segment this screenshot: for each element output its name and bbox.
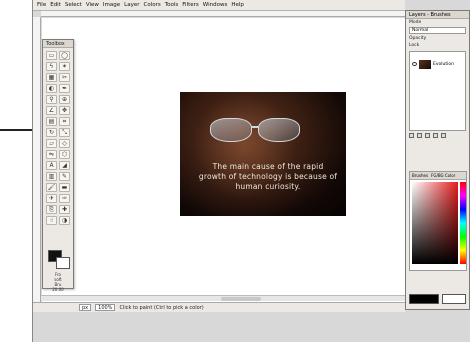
paths-tool-icon[interactable]: ✒ — [59, 84, 70, 93]
mode-label: Mode — [409, 20, 422, 25]
perspective-tool-icon[interactable]: ◇ — [59, 139, 70, 148]
select-by-color-tool-icon[interactable]: ▦ — [46, 73, 57, 82]
layers-dock-title: Layers - Brushes — [406, 11, 469, 19]
fg-bg-color-swatch[interactable] — [48, 250, 70, 270]
heal-tool-icon[interactable]: ✚ — [59, 205, 70, 214]
vertical-ruler — [33, 17, 41, 302]
color-dialog: Brushes FG/BG Color — [409, 171, 467, 271]
raise-layer-icon[interactable] — [417, 133, 422, 138]
free-select-tool-icon[interactable]: ϟ — [46, 62, 57, 71]
ink-tool-icon[interactable]: ✑ — [59, 194, 70, 203]
paintbrush-tool-icon[interactable]: 🖌 — [46, 183, 57, 192]
fg-color-swatch[interactable] — [409, 294, 439, 304]
move-tool-icon[interactable]: ✥ — [59, 106, 70, 115]
duplicate-layer-icon[interactable] — [433, 133, 438, 138]
text-tool-icon[interactable]: A — [46, 161, 57, 170]
dodge-burn-tool-icon[interactable]: ◑ — [59, 216, 70, 225]
menu-layer[interactable]: Layer — [124, 2, 139, 8]
toolbox-window: Toolbox ▭ ◯ ϟ ✶ ▦ ✂ ◐ ✒ ⚲ ⊕ ∠ ✥ ▤ ⌗ ↻ ⤡ … — [42, 39, 74, 292]
menu-bar: File Edit Select View Image Layer Colors… — [33, 0, 405, 11]
menu-image[interactable]: Image — [103, 2, 120, 8]
delete-layer-icon[interactable] — [441, 133, 446, 138]
menu-windows[interactable]: Windows — [203, 2, 228, 8]
layer-actions — [409, 133, 466, 139]
cage-tool-icon[interactable]: ⬡ — [59, 150, 70, 159]
menu-edit[interactable]: Edit — [50, 2, 61, 8]
scroll-thumb[interactable] — [221, 297, 261, 301]
tab-fg-bg-color[interactable]: FG/BG Color — [431, 172, 455, 179]
tool-grid: ▭ ◯ ϟ ✶ ▦ ✂ ◐ ✒ ⚲ ⊕ ∠ ✥ ▤ ⌗ ↻ ⤡ ▱ ◇ ⇋ ⬡ … — [43, 48, 73, 228]
toolbox-title: Toolbox — [43, 40, 73, 48]
fuzzy-select-tool-icon[interactable]: ✶ — [59, 62, 70, 71]
layer-name: Evolution — [433, 61, 454, 67]
blend-tool-icon[interactable]: ▥ — [46, 172, 57, 181]
layers-list: Evolution — [409, 51, 466, 131]
layer-row[interactable]: Evolution — [410, 58, 465, 70]
image-layer-photo[interactable]: The main cause of the rapid growth of te… — [180, 92, 346, 216]
crop-tool-icon[interactable]: ⌗ — [59, 117, 70, 126]
menu-file[interactable]: File — [37, 2, 46, 8]
color-gradient-square[interactable] — [412, 182, 458, 264]
flip-tool-icon[interactable]: ⇋ — [46, 150, 57, 159]
color-picker-tool-icon[interactable]: ⚲ — [46, 95, 57, 104]
ellipse-select-tool-icon[interactable]: ◯ — [59, 51, 70, 60]
menu-view[interactable]: View — [86, 2, 99, 8]
opacity-label: Opacity — [409, 36, 427, 41]
pencil-tool-icon[interactable]: ✎ — [59, 172, 70, 181]
menu-select[interactable]: Select — [65, 2, 82, 8]
color-dialog-tabs: Brushes FG/BG Color — [410, 172, 466, 180]
new-layer-icon[interactable] — [409, 133, 414, 138]
zoom-tool-icon[interactable]: ⊕ — [59, 95, 70, 104]
menu-tools[interactable]: Tools — [165, 2, 179, 8]
scissors-tool-icon[interactable]: ✂ — [59, 73, 70, 82]
clone-tool-icon[interactable]: ⎘ — [46, 205, 57, 214]
bg-color-swatch[interactable] — [442, 294, 466, 304]
color-swatches — [409, 294, 467, 304]
visibility-eye-icon[interactable] — [412, 62, 417, 66]
horizontal-ruler — [41, 11, 405, 17]
foreground-select-tool-icon[interactable]: ◐ — [46, 84, 57, 93]
tool-options-summary: Fro soft Bru 20.00 — [52, 272, 64, 292]
align-tool-icon[interactable]: ▤ — [46, 117, 57, 126]
status-bar: px 100% Click to paint (Ctrl to pick a c… — [33, 302, 405, 312]
unit-select[interactable]: px — [79, 304, 92, 311]
horizontal-scrollbar[interactable] — [41, 295, 405, 301]
status-message: Click to paint (Ctrl to pick a color) — [119, 304, 204, 311]
zoom-select[interactable]: 100% — [95, 304, 116, 311]
background-color[interactable] — [56, 257, 70, 269]
hue-slider[interactable] — [460, 182, 466, 264]
menu-filters[interactable]: Filters — [182, 2, 199, 8]
glasses-right-lens — [258, 118, 300, 142]
airbrush-tool-icon[interactable]: ✈ — [46, 194, 57, 203]
rotate-tool-icon[interactable]: ↻ — [46, 128, 57, 137]
image-caption: The main cause of the rapid growth of te… — [198, 162, 338, 191]
smudge-tool-icon[interactable]: ☝ — [46, 216, 57, 225]
rect-select-tool-icon[interactable]: ▭ — [46, 51, 57, 60]
measure-tool-icon[interactable]: ∠ — [46, 106, 57, 115]
eraser-tool-icon[interactable]: ▬ — [59, 183, 70, 192]
scale-tool-icon[interactable]: ⤡ — [59, 128, 70, 137]
layer-thumbnail — [419, 59, 431, 69]
menu-colors[interactable]: Colors — [143, 2, 160, 8]
bucket-fill-tool-icon[interactable]: ◢ — [59, 161, 70, 170]
face-shading — [190, 92, 310, 216]
glasses-left-lens — [210, 118, 252, 142]
mode-select[interactable]: Normal — [409, 27, 466, 34]
lower-layer-icon[interactable] — [425, 133, 430, 138]
menu-help[interactable]: Help — [231, 2, 244, 8]
lock-label: Lock — [409, 43, 420, 48]
layers-dock: Layers - Brushes Mode Normal Opacity Loc… — [405, 10, 470, 310]
shear-tool-icon[interactable]: ▱ — [46, 139, 57, 148]
tab-brushes[interactable]: Brushes — [412, 172, 428, 179]
